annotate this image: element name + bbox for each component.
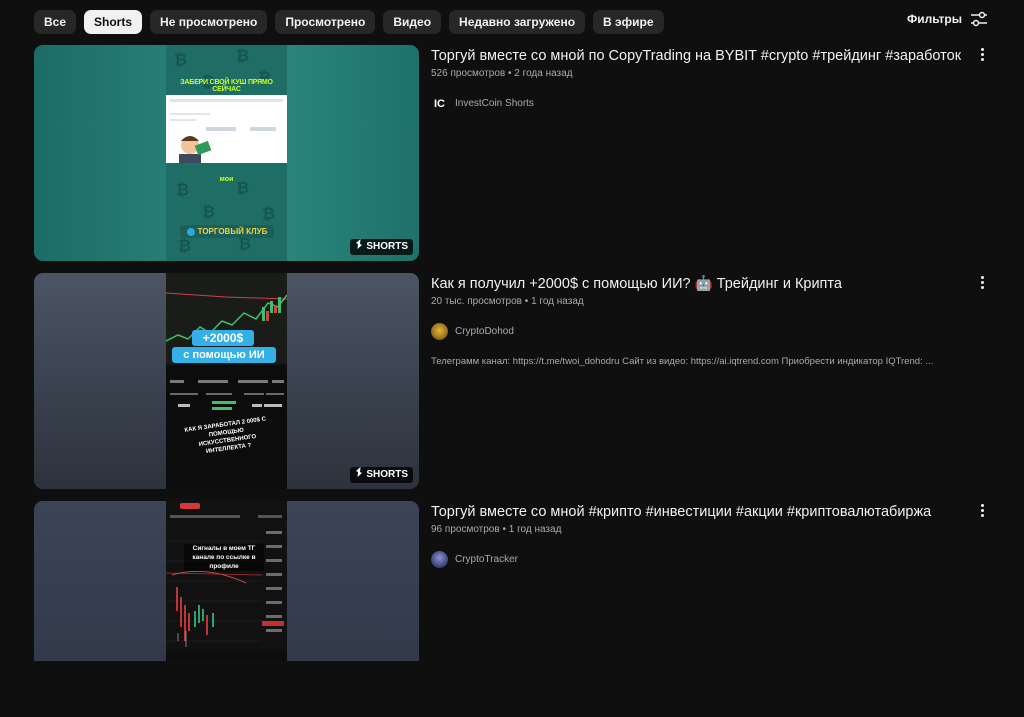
channel-name[interactable]: InvestCoin Shorts [455,98,534,109]
channel-name[interactable]: CryptoTracker [455,554,518,565]
thumbnail-art [166,501,287,661]
upload-age: 1 год назад [531,296,584,307]
avatar[interactable] [431,323,448,340]
view-count: 96 просмотров [431,524,500,535]
filters-label: Фильтры [906,12,962,26]
video-meta: 96 просмотров • 1 год назад [431,524,562,535]
svg-text:₿: ₿ [202,202,215,221]
view-count: 20 тыс. просмотров [431,296,522,307]
video-meta: 526 просмотров • 2 года назад [431,68,573,79]
sliders-icon [970,11,988,27]
video-title[interactable]: Торгуй вместе со мной по CopyTrading на … [431,47,961,65]
filter-chips-bar: Все Shorts Не просмотрено Просмотрено Ви… [34,10,664,34]
chip-recently-uploaded[interactable]: Недавно загружено [449,10,586,34]
chip-shorts[interactable]: Shorts [84,10,143,34]
thumb-bottom-caption: ТОРГОВЫЙ КЛУБ [180,225,274,238]
upload-age: 1 год назад [508,524,562,535]
shorts-badge: SHORTS [350,239,413,255]
shorts-logo-icon [355,467,363,483]
thumb-line2: с помощью ИИ [172,347,276,363]
avatar[interactable]: IC [431,95,448,112]
thumb-line1: +2000$ [192,330,254,346]
short-frame: ₿ ₿ ₿ ₿ ₿ ₿ ₿ ₿ ₿ ₿ ЗАБЕРИ СВОЙ КУШ ПРЯМО СЕЙЧА… [166,45,287,261]
shorts-logo-icon [355,239,363,255]
channel-name[interactable]: CryptoDohod [455,326,514,337]
svg-text:₿: ₿ [262,204,275,223]
shorts-badge: SHORTS [350,467,413,483]
video-result-row: ₿ ₿ ₿ ₿ ₿ ₿ ₿ ₿ ₿ ₿ ЗАБЕРИ СВОЙ КУШ ПРЯМО СЕЙЧА… [34,45,990,261]
video-title[interactable]: Торгуй вместе со мной #крипто #инвестици… [431,503,951,521]
thumb-mid-caption: мои [219,176,234,183]
vertical-dots-icon [980,503,984,507]
upload-age: 2 года назад [514,68,573,79]
avatar[interactable] [431,551,448,568]
video-info: Торгуй вместе со мной по CopyTrading на … [431,45,961,112]
svg-text:₿: ₿ [178,236,191,255]
chip-live[interactable]: В эфире [593,10,664,34]
video-description: Телеграмм канал: https://t.me/twoi_dohod… [431,356,934,367]
short-frame: Сигналы в моем ТГ канале по ссылке в про… [166,501,287,661]
channel-link[interactable]: IC InvestCoin Shorts [431,95,951,112]
channel-link[interactable]: CryptoDohod [431,323,951,340]
filters-button[interactable]: Фильтры [907,11,988,27]
thumb-top-caption: ЗАБЕРИ СВОЙ КУШ ПРЯМО СЕЙЧАС [180,79,273,93]
more-actions-button[interactable] [974,45,990,63]
thumb-caption: Сигналы в моем ТГ канале по ссылке в про… [184,544,264,571]
vertical-dots-icon [980,47,984,51]
video-result-row: +2000$ с помощью ИИ КАК Я ЗАРАБОТАЛ 2 00… [34,273,990,489]
video-thumbnail[interactable]: Сигналы в моем ТГ канале по ссылке в про… [34,501,419,661]
video-title[interactable]: Как я получил +2000$ с помощью ИИ? 🤖 Тре… [431,275,951,293]
channel-link[interactable]: CryptoTracker [431,551,951,568]
more-actions-button[interactable] [974,273,990,291]
svg-text:₿: ₿ [174,50,187,69]
chip-not-watched[interactable]: Не просмотрено [150,10,268,34]
svg-text:₿: ₿ [236,46,249,65]
chip-all[interactable]: Все [34,10,77,34]
video-thumbnail[interactable]: ₿ ₿ ₿ ₿ ₿ ₿ ₿ ₿ ₿ ₿ ЗАБЕРИ СВОЙ КУШ ПРЯМО СЕЙЧА… [34,45,419,261]
video-info: Как я получил +2000$ с помощью ИИ? 🤖 Тре… [431,273,951,367]
telegram-icon [186,227,195,236]
more-actions-button[interactable] [974,501,990,519]
video-result-row: Сигналы в моем ТГ канале по ссылке в про… [34,501,990,717]
video-meta: 20 тыс. просмотров • 1 год назад [431,296,584,307]
vertical-dots-icon [980,275,984,279]
video-thumbnail[interactable]: +2000$ с помощью ИИ КАК Я ЗАРАБОТАЛ 2 00… [34,273,419,489]
view-count: 526 просмотров [431,68,506,79]
video-info: Торгуй вместе со мной #крипто #инвестици… [431,501,951,568]
chip-videos[interactable]: Видео [383,10,442,34]
short-frame: +2000$ с помощью ИИ КАК Я ЗАРАБОТАЛ 2 00… [166,273,287,489]
chip-watched[interactable]: Просмотрено [275,10,376,34]
